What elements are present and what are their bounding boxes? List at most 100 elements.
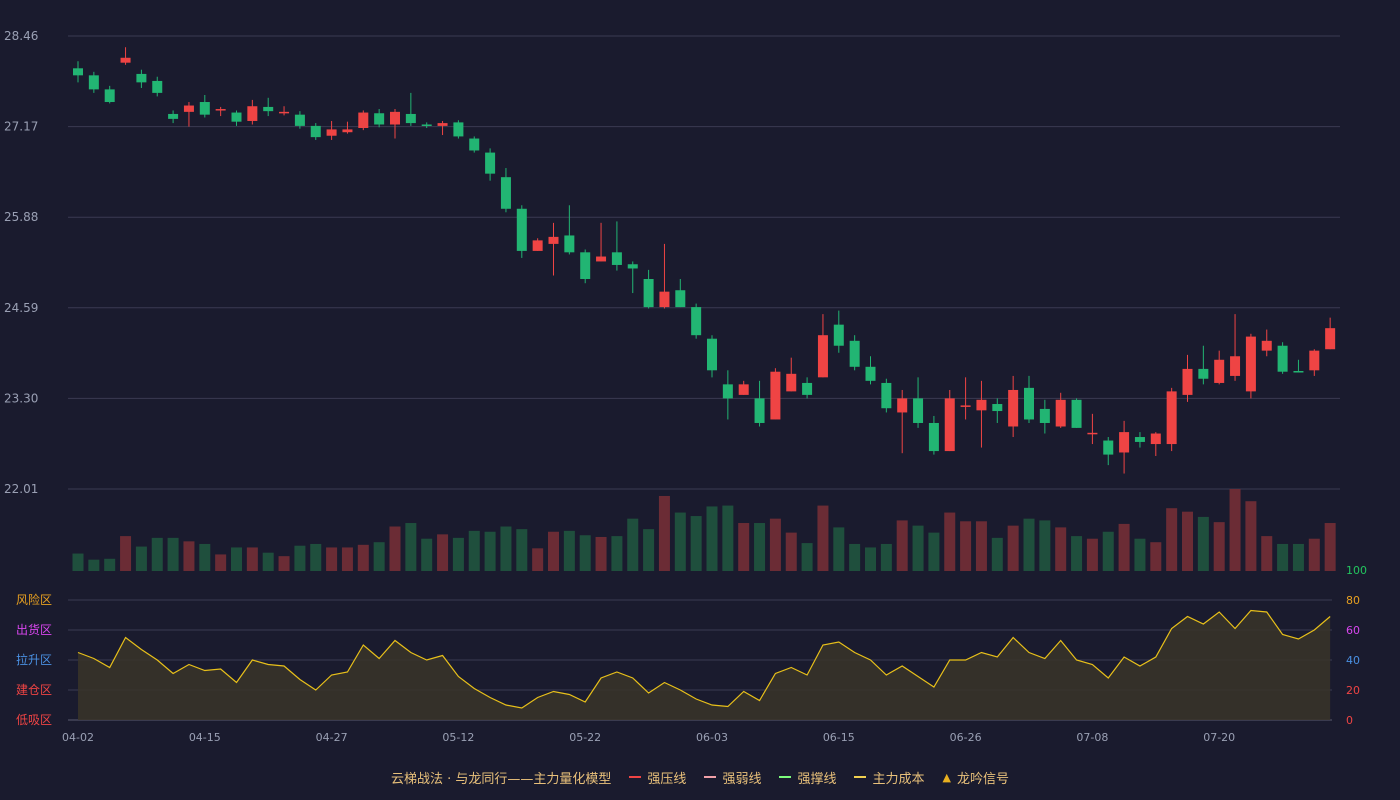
candle [1230,314,1241,381]
volume-bar [1102,531,1114,571]
candle-body [1055,399,1066,427]
x-tick-label: 04-27 [316,731,348,744]
volume-bar [769,518,781,571]
candle-body [1261,340,1272,351]
volume-bar [1324,523,1336,571]
candle-body [707,338,717,371]
candle-body [136,73,147,83]
candle-body [691,307,702,336]
x-tick-label: 07-20 [1203,731,1235,744]
candle-body [310,125,321,138]
candle-body [786,373,797,392]
volume-bar [88,559,100,571]
x-tick-label: 04-02 [62,731,94,744]
candle [104,85,115,104]
candle [786,357,797,392]
volume-bar [1007,525,1019,571]
volume-bars [72,489,1336,571]
legend-title-text: 云梯战法 · 与龙同行——主力量化模型 [391,771,612,787]
legend-item-strength[interactable]: 强弱线 [704,768,761,787]
candle [1008,375,1019,438]
zone-label: 风险区 [16,592,52,607]
volume-bar [120,536,132,571]
legend-item-support[interactable]: 强撑线 [779,768,836,787]
candle-body [881,382,892,409]
volume-bar [865,547,876,571]
candle-body [199,102,210,115]
volume-bar [1055,527,1067,571]
volume-bar [246,547,258,571]
candle [865,356,876,385]
candle-body [596,256,607,262]
oscillator-axis: 0 20 40 60 80 100 [1346,564,1367,727]
candle [1071,398,1082,428]
x-tick-label: 05-22 [569,731,601,744]
volume-bar [611,536,623,571]
candle-body [770,371,781,420]
volume-bar [674,512,686,571]
candle-body [183,105,194,112]
candle-body [1182,368,1193,395]
zone-label: 出货区 [16,622,52,637]
candle [897,389,908,454]
candle-body [976,399,987,411]
candle-body [738,384,749,395]
volume-bar [421,538,433,571]
osc-tick-label: 100 [1346,564,1367,577]
legend-item-resistance[interactable]: 强压线 [629,768,686,787]
price-tick-label: 24.59 [4,301,38,315]
candle [659,243,670,309]
volume-bar [643,529,655,571]
candle-body [1214,359,1225,383]
candle-body [960,405,971,407]
candle-body [152,80,163,93]
candle-body [1071,399,1082,428]
volume-bar [532,548,544,571]
candle [627,261,638,294]
candle [342,121,353,134]
volume-bar [389,526,401,571]
x-tick-label: 05-12 [442,731,474,744]
candle-body [405,113,416,124]
volume-bar [1086,538,1098,571]
legend-swatch [854,776,867,778]
candle [1309,349,1320,376]
volume-bar [627,518,639,571]
volume-bar [849,543,861,571]
volume-bar [658,495,670,571]
price-axis: 28.46 27.17 25.88 24.59 23.30 22.01 [4,29,38,496]
volume-bar [738,523,750,571]
candle-body [215,109,226,111]
osc-tick-label: 20 [1346,684,1360,697]
candle-body [358,112,369,129]
candle [913,377,924,428]
volume-bar [960,521,972,571]
zone-label: 建仓区 [16,683,52,697]
candle-body [754,398,765,423]
candle-body [548,236,559,244]
candle [738,380,749,395]
candle [279,106,290,116]
candle [928,415,939,455]
price-tick-label: 23.30 [4,391,38,405]
volume-bar [706,506,718,571]
volume-bar [357,544,369,571]
candle [358,110,369,131]
candle [485,148,496,181]
legend-item-signal[interactable]: ▲ 龙吟信号 [942,768,1008,787]
candle-body [500,177,511,209]
candle-body [817,335,828,378]
legend-item-cost[interactable]: 主力成本 [854,768,924,787]
candle-body [168,113,179,119]
volume-bar [199,543,211,571]
volume-bar [548,531,559,571]
candle [199,94,210,118]
candle [326,120,337,140]
candle-body [1008,389,1019,427]
candle [168,110,179,124]
candle [120,47,131,65]
candle-body [326,129,337,136]
candle-body [802,382,813,395]
legend-label: 强压线 [647,771,687,787]
candle-body [104,89,115,103]
